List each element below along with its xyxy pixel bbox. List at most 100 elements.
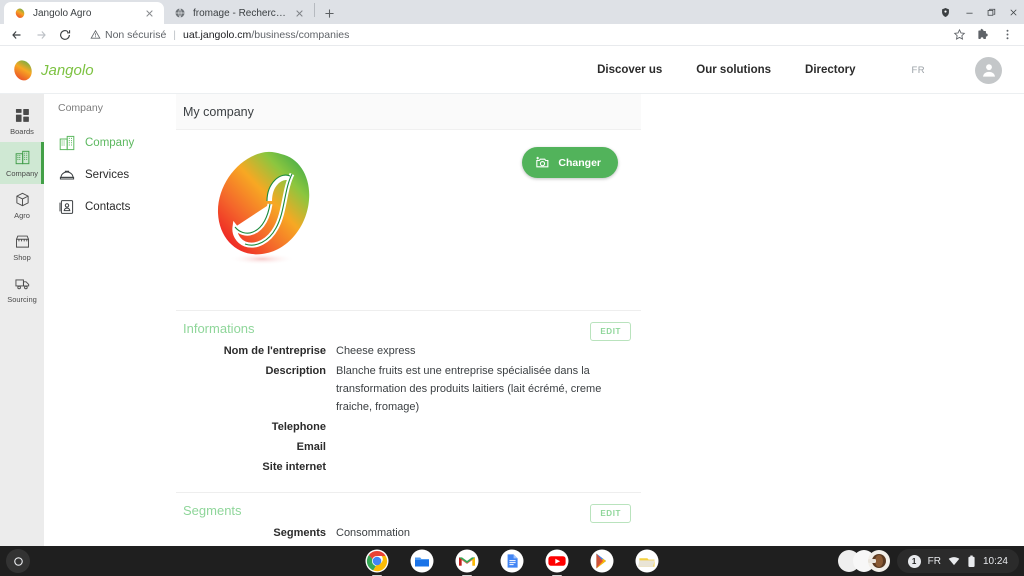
battery-icon (968, 554, 975, 567)
close-icon[interactable] (293, 7, 306, 20)
plus-icon (324, 8, 334, 18)
submenu-item-company[interactable]: Company (58, 127, 176, 159)
informations-section: Informations EDIT Nom de l'entreprise Ch… (176, 310, 641, 492)
docs-app-icon[interactable] (500, 549, 524, 573)
edit-informations-button[interactable]: EDIT (590, 322, 631, 341)
window-controls (932, 0, 1024, 24)
language-selector[interactable]: FR (912, 65, 925, 76)
change-photo-button[interactable]: Changer (522, 147, 618, 178)
reload-icon[interactable] (54, 25, 76, 45)
submenu-title: Company (58, 102, 103, 114)
web-page: Jangolo Discover us Our solutions Direct… (0, 47, 1024, 546)
field-row: Nom de l'entreprise Cheese express (183, 342, 634, 360)
globe-favicon (175, 8, 185, 18)
avatar[interactable] (975, 56, 1002, 84)
page-title: My company (183, 104, 254, 119)
primary-rail: Boards Company Agro Shop Sourcing (0, 94, 44, 546)
jangolo-wordmark: Jangolo (41, 62, 94, 79)
edit-segments-button[interactable]: EDIT (590, 504, 631, 523)
sidebar-item-sourcing[interactable]: Sourcing (0, 268, 44, 310)
section-title: Informations (183, 321, 255, 336)
field-value (336, 438, 608, 456)
sidebar-item-boards[interactable]: Boards (0, 100, 44, 142)
field-row: Email (183, 438, 634, 456)
svg-text:Jangolo: Jangolo (41, 62, 94, 79)
mango-favicon (15, 8, 25, 18)
maximize-button[interactable] (980, 0, 1002, 24)
system-tray[interactable]: 1 FR 10:24 (837, 549, 1019, 573)
field-row: Telephone (183, 418, 634, 436)
content-area: My company Changer Informations EDIT Nom… (176, 94, 1024, 546)
field-value: Consommation (336, 527, 410, 539)
notification-count-badge: 1 (907, 554, 921, 568)
new-tab-button[interactable] (318, 2, 340, 24)
close-button[interactable] (1002, 0, 1024, 24)
field-label: Nom de l'entreprise (223, 345, 326, 357)
puzzle-icon[interactable] (972, 25, 994, 45)
account-avatar-icon (982, 64, 995, 77)
address-bar[interactable]: Non sécurisé | uat.jangolo.cm/business/c… (82, 26, 942, 44)
brand-logo[interactable]: Jangolo (10, 57, 115, 83)
tray-language: FR (927, 555, 941, 567)
field-label: Site internet (262, 461, 326, 473)
gmail-app-icon[interactable] (455, 549, 479, 573)
url-text: uat.jangolo.cm/business/companies (183, 29, 349, 41)
sidebar-label: Shop (13, 253, 31, 262)
close-icon[interactable] (143, 7, 156, 20)
field-label: Telephone (271, 421, 326, 433)
browser-tab-active[interactable]: Jangolo Agro (4, 2, 164, 24)
field-row: Segments Consommation (183, 524, 634, 542)
tray-clock: 10:24 (982, 555, 1008, 567)
security-label: Non sécurisé (105, 28, 167, 41)
submenu-item-contacts[interactable]: Contacts (58, 191, 176, 223)
tray-previews[interactable] (837, 549, 891, 573)
tab-strip: Jangolo Agro fromage - Recherche Google (0, 0, 1024, 24)
submenu-item-services[interactable]: Services (58, 159, 176, 191)
submenu-label: Company (85, 137, 135, 149)
tab-title: Jangolo Agro (33, 7, 92, 19)
nav-item-discover-us[interactable]: Discover us (597, 64, 662, 76)
forward-arrow-icon[interactable] (30, 25, 52, 45)
field-row: Site internet (183, 458, 634, 476)
nav-item-our-solutions[interactable]: Our solutions (696, 64, 771, 76)
url-domain: uat.jangolo.cm (183, 28, 252, 41)
sidebar-item-agro[interactable]: Agro (0, 184, 44, 226)
url-path: /business/companies (251, 28, 350, 41)
secondary-sidebar: Company Company Services Contacts (44, 94, 176, 546)
section-title: Segments (183, 503, 242, 518)
minimize-button[interactable] (958, 0, 980, 24)
tab-separator (314, 3, 315, 17)
nav-item-directory[interactable]: Directory (805, 64, 856, 76)
tray-coffee-icon (867, 550, 890, 572)
chrome-app-icon[interactable] (365, 549, 389, 573)
field-label: Description (265, 365, 326, 377)
sidebar-label: Company (5, 169, 39, 178)
company-logo-block: Changer (176, 130, 641, 310)
boards-grid-icon (13, 106, 31, 124)
browser-toolbar: Non sécurisé | uat.jangolo.cm/business/c… (0, 24, 1024, 46)
submenu-label: Contacts (85, 201, 131, 213)
sidebar-item-company[interactable]: Company (0, 142, 44, 184)
star-icon[interactable] (948, 25, 970, 45)
gallery-app-icon[interactable] (635, 549, 659, 573)
three-dot-menu-icon[interactable] (996, 25, 1018, 45)
field-label: Email (296, 441, 326, 453)
play-store-app-icon[interactable] (590, 549, 614, 573)
sidebar-label: Boards (10, 127, 34, 136)
building-icon (58, 135, 75, 152)
sourcing-truck-icon (13, 274, 31, 292)
toolbar-actions (948, 25, 1018, 45)
back-arrow-icon[interactable] (6, 25, 28, 45)
youtube-app-icon[interactable] (545, 549, 569, 573)
status-area[interactable]: 1 FR 10:24 (896, 549, 1019, 573)
shield-icon[interactable] (932, 0, 958, 24)
wifi-icon (948, 557, 960, 566)
files-app-icon[interactable] (410, 549, 434, 573)
sidebar-item-shop[interactable]: Shop (0, 226, 44, 268)
omnibox-divider: | (173, 28, 177, 41)
app-body: Boards Company Agro Shop Sourcing Compan… (0, 94, 1024, 546)
browser-tab-inactive[interactable]: fromage - Recherche Google (164, 2, 314, 24)
services-icon (58, 167, 75, 184)
sidebar-label: Sourcing (7, 295, 37, 304)
shop-store-icon (13, 232, 31, 250)
